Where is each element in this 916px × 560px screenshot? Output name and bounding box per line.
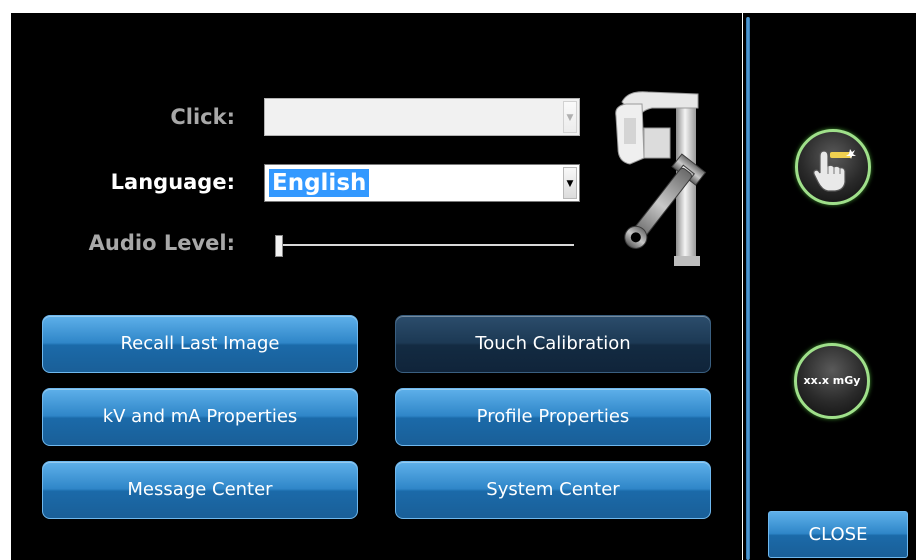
dose-indicator-button[interactable]: xx.x mGy (794, 343, 870, 419)
xray-unit-wrench-icon (615, 91, 707, 266)
chevron-down-icon[interactable]: ▼ (563, 101, 577, 133)
message-center-button[interactable]: Message Center (42, 461, 358, 519)
click-label: Click: (170, 105, 235, 129)
side-panel (753, 13, 916, 560)
audio-level-slider[interactable] (270, 230, 576, 258)
panel-divider (743, 13, 753, 560)
profile-properties-button[interactable]: Profile Properties (395, 388, 711, 446)
language-dropdown[interactable]: English ▼ (264, 164, 580, 202)
pointer-button[interactable] (795, 129, 871, 205)
audio-level-label: Audio Level: (88, 231, 235, 255)
language-label: Language: (110, 170, 235, 194)
slider-track (278, 244, 574, 246)
close-button[interactable]: CLOSE (768, 511, 908, 558)
system-center-button[interactable]: System Center (395, 461, 711, 519)
dose-value: xx.x mGy (803, 374, 861, 387)
click-dropdown[interactable]: ▼ (264, 98, 580, 136)
settings-screen: Click: ▼ Language: English ▼ Audio Level… (0, 0, 916, 560)
divider-bar (746, 17, 750, 560)
language-value: English (269, 169, 370, 197)
hand-pointer-icon (813, 149, 856, 192)
kv-ma-properties-button[interactable]: kV and mA Properties (42, 388, 358, 446)
recall-last-image-button[interactable]: Recall Last Image (42, 315, 358, 373)
chevron-down-icon[interactable]: ▼ (563, 167, 577, 199)
slider-thumb[interactable] (275, 235, 283, 257)
touch-calibration-button[interactable]: Touch Calibration (395, 315, 711, 373)
